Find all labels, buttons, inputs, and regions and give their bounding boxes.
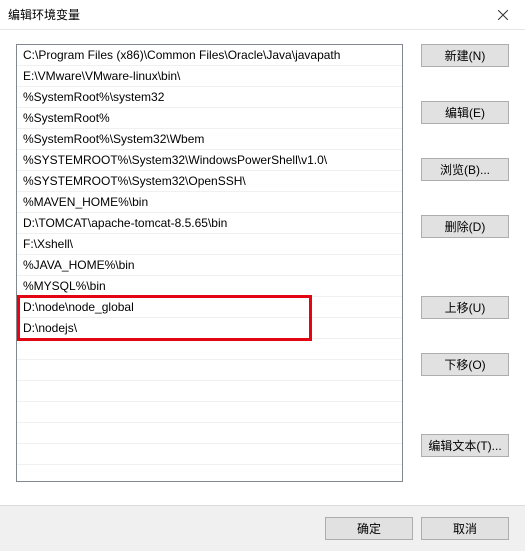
list-item-empty: [17, 402, 402, 423]
list-item-empty: [17, 381, 402, 402]
edit-button[interactable]: 编辑(E): [421, 101, 509, 124]
list-item-empty: [17, 360, 402, 381]
move-down-button[interactable]: 下移(O): [421, 353, 509, 376]
close-button[interactable]: [480, 0, 525, 30]
list-item[interactable]: %SYSTEMROOT%\System32\WindowsPowerShell\…: [17, 150, 402, 171]
dialog-body: C:\Program Files (x86)\Common Files\Orac…: [0, 30, 525, 482]
list-item[interactable]: %SystemRoot%\System32\Wbem: [17, 129, 402, 150]
list-item-empty: [17, 465, 402, 482]
list-item[interactable]: %SystemRoot%: [17, 108, 402, 129]
titlebar: 编辑环境变量: [0, 0, 525, 30]
list-item[interactable]: %SYSTEMROOT%\System32\OpenSSH\: [17, 171, 402, 192]
new-button[interactable]: 新建(N): [421, 44, 509, 67]
cancel-button[interactable]: 取消: [421, 517, 509, 540]
list-item[interactable]: %MAVEN_HOME%\bin: [17, 192, 402, 213]
list-item-empty: [17, 339, 402, 360]
dialog-title: 编辑环境变量: [8, 6, 80, 23]
list-item-empty: [17, 423, 402, 444]
browse-button[interactable]: 浏览(B)...: [421, 158, 509, 181]
list-item-empty: [17, 444, 402, 465]
list-item[interactable]: D:\node\node_global: [17, 297, 402, 318]
list-item[interactable]: C:\Program Files (x86)\Common Files\Orac…: [17, 45, 402, 66]
edit-text-button[interactable]: 编辑文本(T)...: [421, 434, 509, 457]
list-item[interactable]: %MYSQL%\bin: [17, 276, 402, 297]
delete-button[interactable]: 删除(D): [421, 215, 509, 238]
close-icon: [498, 10, 508, 20]
list-item[interactable]: %JAVA_HOME%\bin: [17, 255, 402, 276]
list-item[interactable]: %SystemRoot%\system32: [17, 87, 402, 108]
button-column: 新建(N) 编辑(E) 浏览(B)... 删除(D) 上移(U) 下移(O) 编…: [421, 44, 509, 482]
move-up-button[interactable]: 上移(U): [421, 296, 509, 319]
list-item[interactable]: F:\Xshell\: [17, 234, 402, 255]
list-item[interactable]: D:\TOMCAT\apache-tomcat-8.5.65\bin: [17, 213, 402, 234]
dialog-footer: 确定 取消: [0, 505, 525, 551]
path-listbox[interactable]: C:\Program Files (x86)\Common Files\Orac…: [16, 44, 403, 482]
ok-button[interactable]: 确定: [325, 517, 413, 540]
list-item[interactable]: E:\VMware\VMware-linux\bin\: [17, 66, 402, 87]
list-item[interactable]: D:\nodejs\: [17, 318, 402, 339]
